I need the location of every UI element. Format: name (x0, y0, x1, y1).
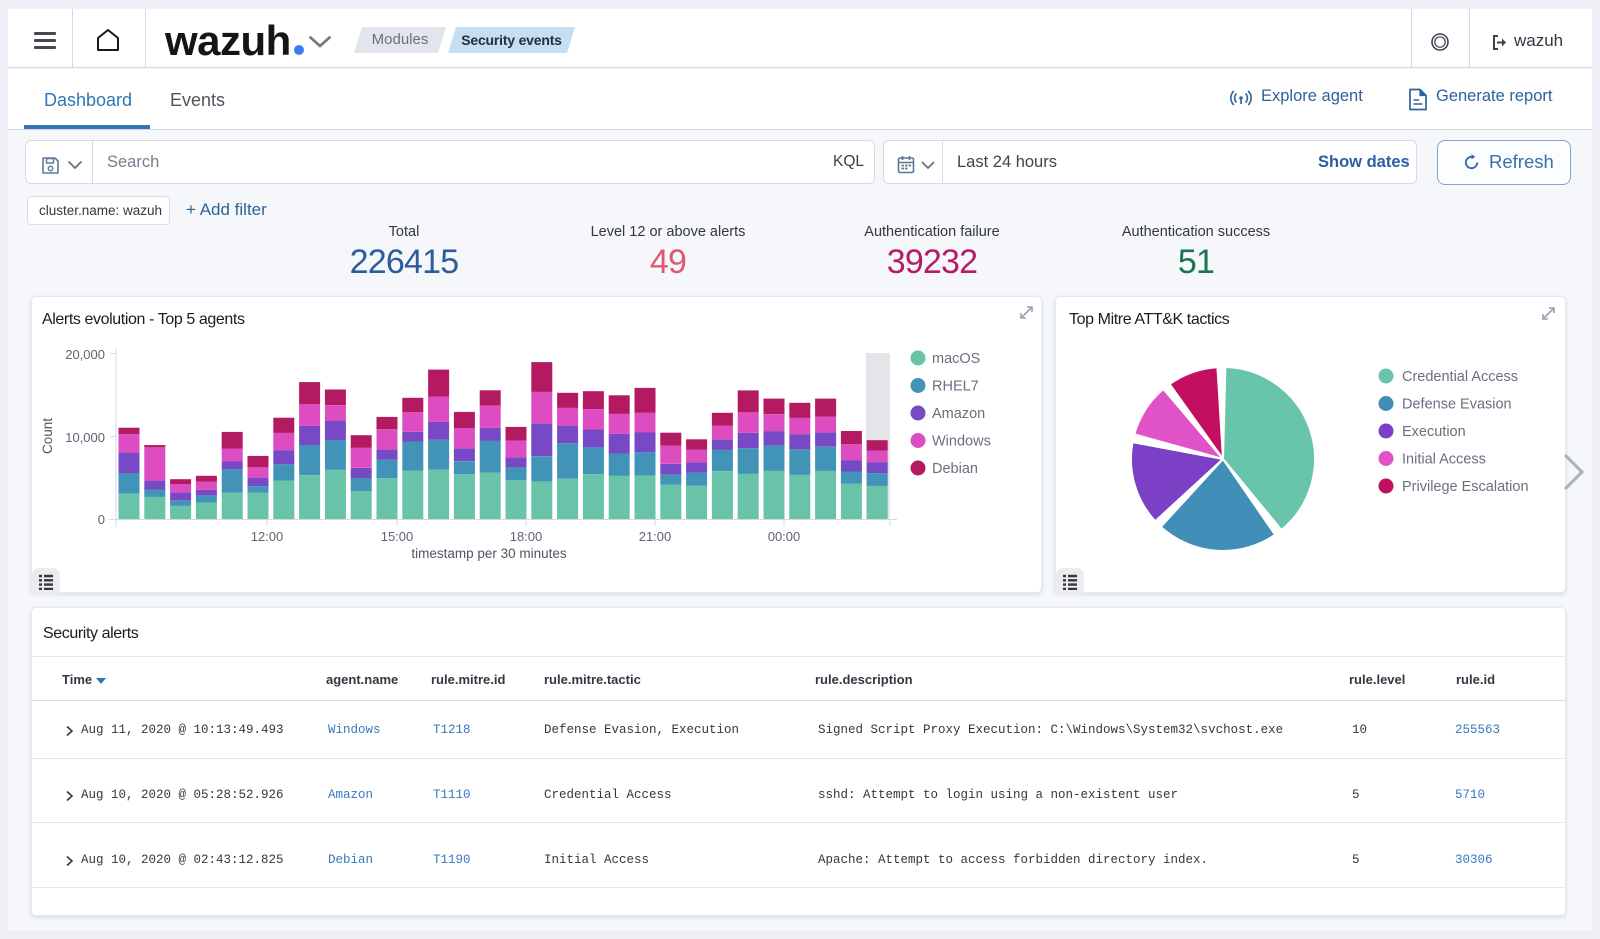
svg-text:0: 0 (98, 512, 105, 527)
svg-text:Credential Access: Credential Access (1402, 369, 1518, 385)
svg-text:20,000: 20,000 (65, 347, 105, 362)
svg-text:00:00: 00:00 (768, 529, 801, 544)
svg-text:18:00: 18:00 (510, 529, 543, 544)
svg-text:Windows: Windows (932, 434, 991, 450)
svg-text:Debian: Debian (932, 461, 978, 477)
svg-text:macOS: macOS (932, 351, 980, 367)
svg-text:Defense Evasion: Defense Evasion (1402, 397, 1512, 413)
svg-text:10,000: 10,000 (65, 430, 105, 445)
svg-text:Amazon: Amazon (932, 406, 985, 422)
svg-text:12:00: 12:00 (251, 529, 284, 544)
svg-text:Execution: Execution (1402, 424, 1466, 440)
svg-text:Privilege Escalation: Privilege Escalation (1402, 479, 1529, 495)
svg-text:Initial Access: Initial Access (1402, 452, 1486, 468)
svg-text:timestamp per 30 minutes: timestamp per 30 minutes (411, 546, 567, 561)
svg-text:21:00: 21:00 (639, 529, 672, 544)
svg-text:RHEL7: RHEL7 (932, 379, 979, 395)
svg-text:15:00: 15:00 (381, 529, 414, 544)
svg-text:Count: Count (40, 418, 55, 454)
